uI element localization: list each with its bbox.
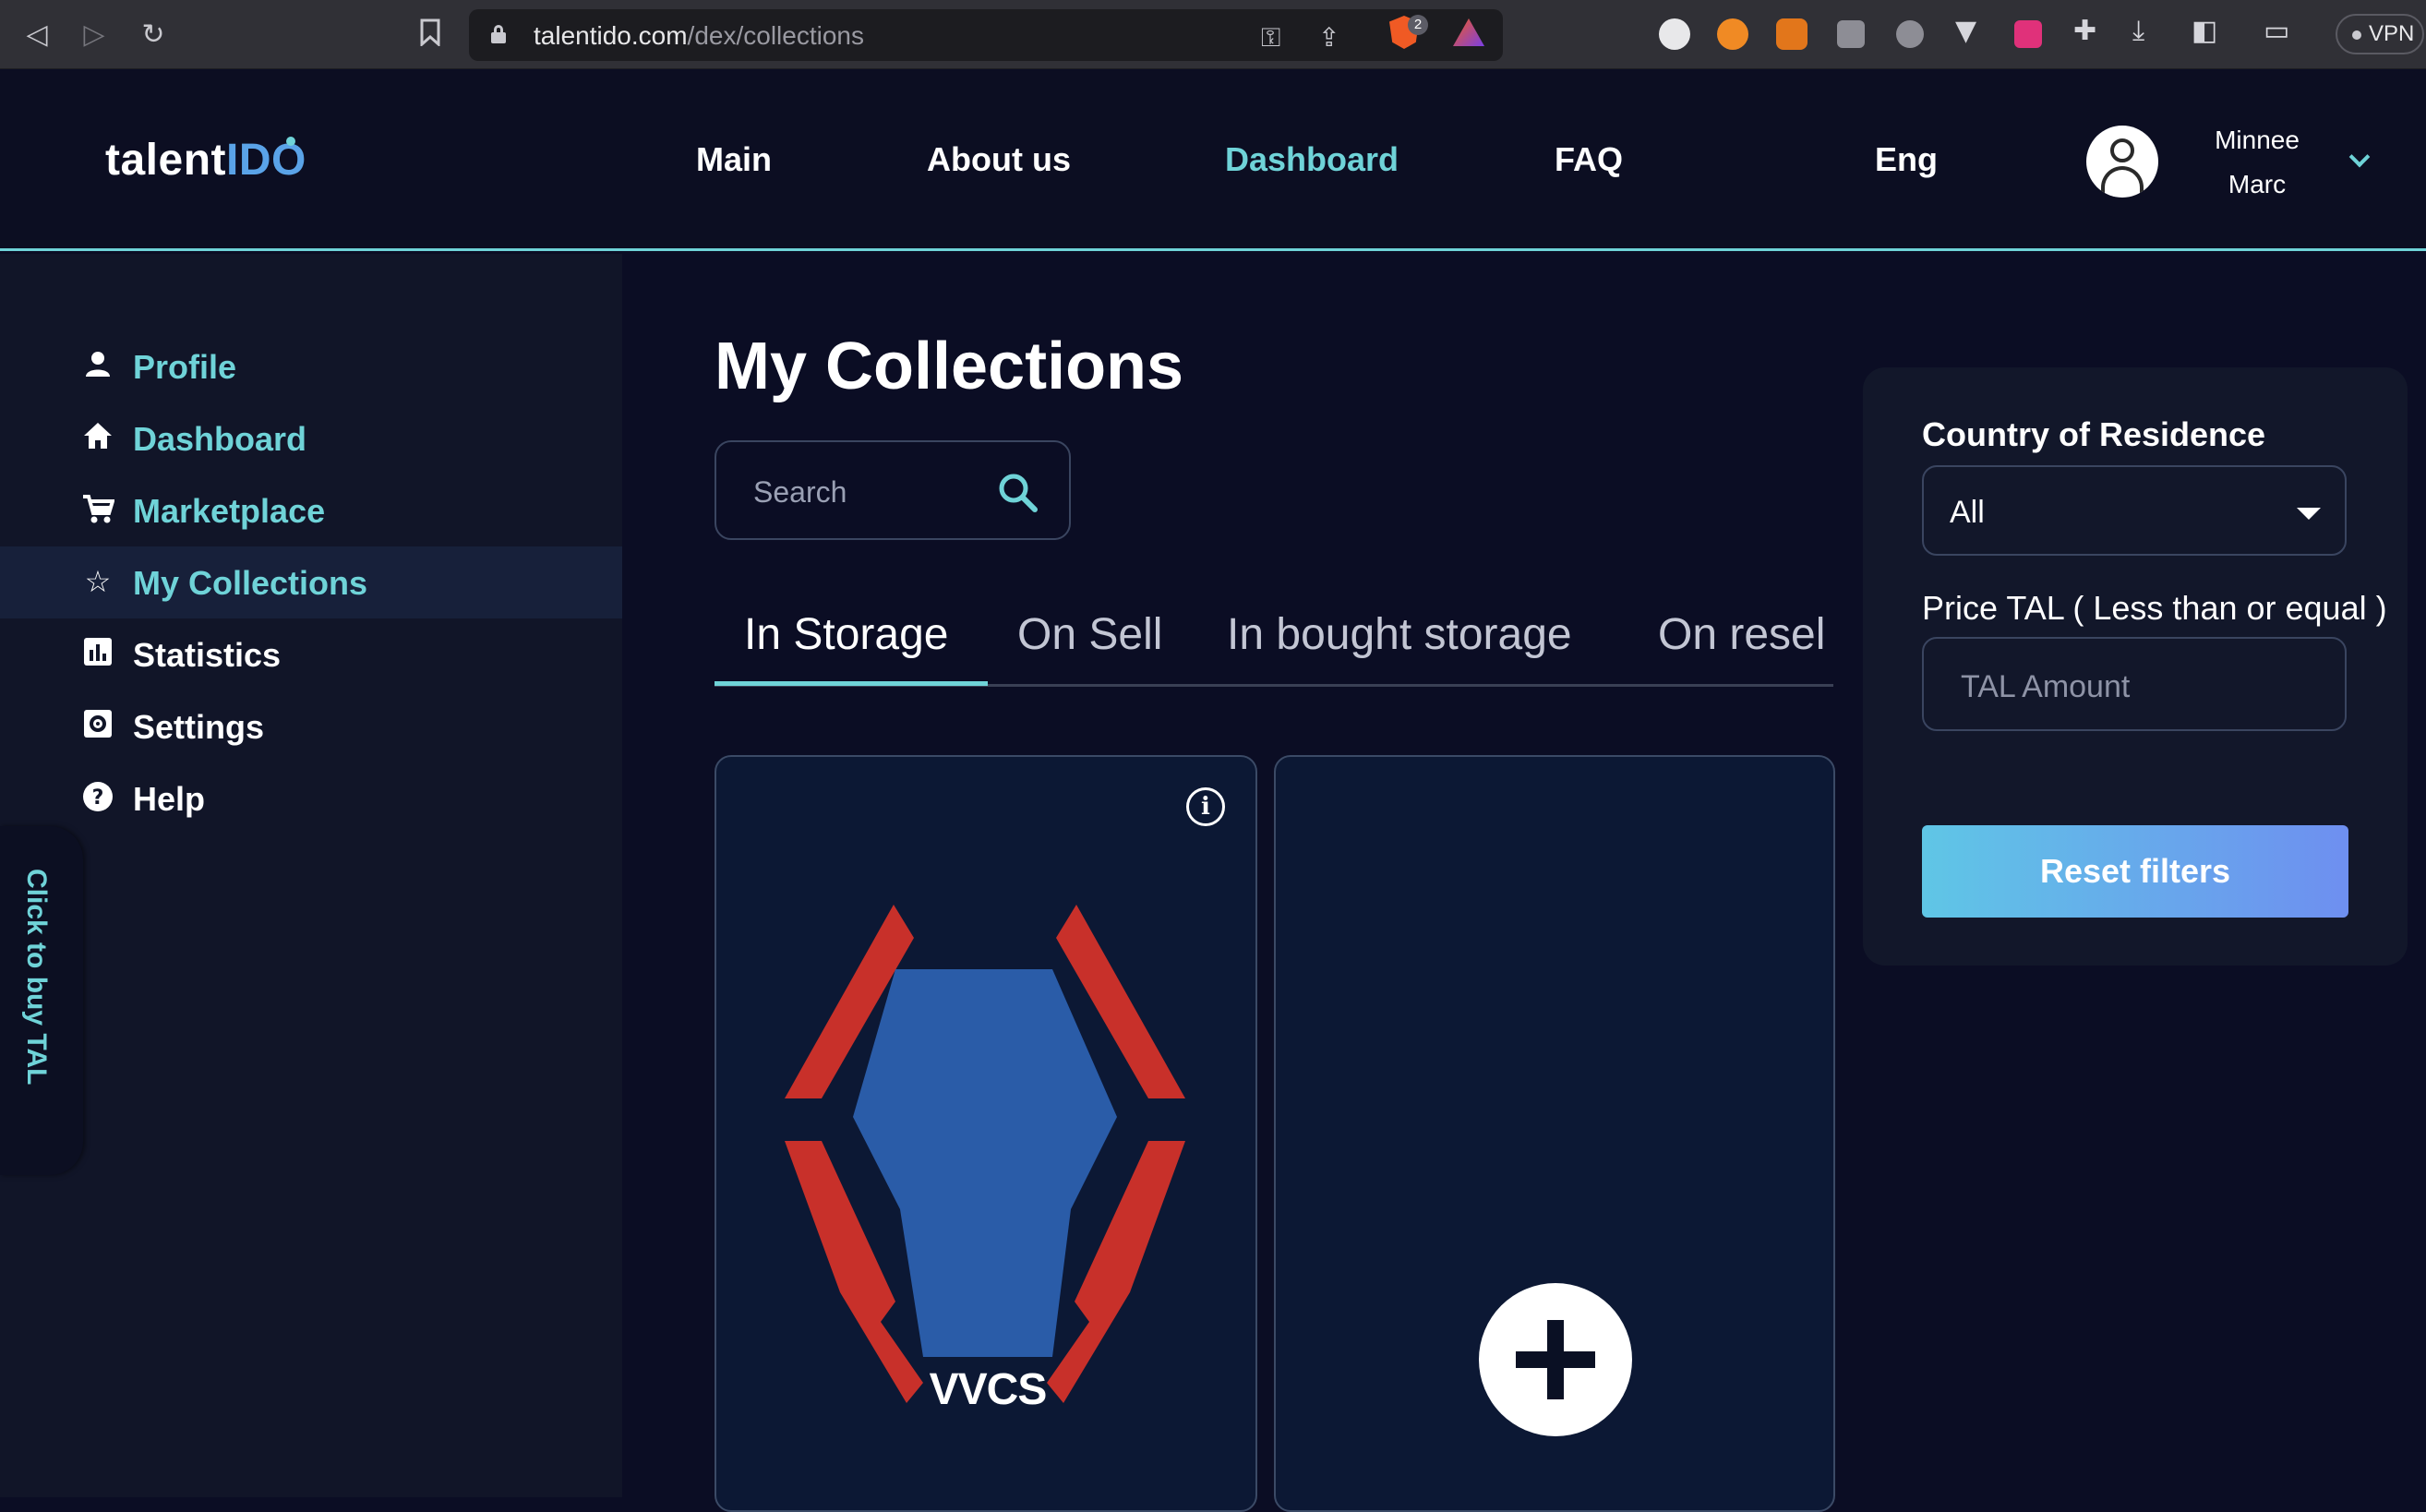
nav-faq[interactable]: FAQ	[1555, 140, 1623, 179]
sidebar: Profile Dashboard Marketplace ☆ My Colle…	[0, 254, 622, 1497]
svg-text:?: ?	[92, 786, 104, 810]
vpn-button[interactable]: VPN	[2336, 14, 2424, 54]
browser-toolbar: ◁ ▷ ↻ talentido.com/dex/collections ⚿ ⇪ …	[0, 0, 2426, 69]
sidebar-item-profile[interactable]: Profile	[0, 330, 622, 402]
sidebar-icon[interactable]: ◧	[2192, 15, 2217, 47]
sidebar-item-statistics[interactable]: Statistics	[0, 618, 622, 690]
search-icon[interactable]	[997, 472, 1038, 512]
price-field[interactable]	[1922, 637, 2347, 731]
help-icon: ?	[81, 781, 114, 814]
tab-in-storage[interactable]: In Storage	[744, 609, 948, 660]
search-box[interactable]	[715, 440, 1071, 540]
caret-down-icon	[2297, 508, 2321, 520]
cart-icon	[81, 493, 115, 526]
buy-tal-tab[interactable]: Click to buy TAL	[0, 826, 83, 1175]
collection-name: VVCS	[929, 1365, 1048, 1414]
sidebar-item-label: Profile	[133, 348, 237, 386]
add-button[interactable]	[1479, 1283, 1632, 1436]
gear-icon	[81, 709, 114, 742]
info-icon[interactable]: i	[1186, 787, 1225, 826]
filter-panel: Country of Residence All Price TAL ( Les…	[1863, 367, 2408, 966]
wallet-icon[interactable]: ▭	[2264, 15, 2289, 47]
tal-amount-input[interactable]	[1961, 666, 2312, 707]
reload-icon[interactable]: ↻	[137, 18, 170, 52]
vvcs-logo	[785, 905, 1185, 1403]
sidebar-item-label: Dashboard	[133, 420, 307, 458]
sidebar-item-label: Statistics	[133, 636, 282, 674]
back-icon[interactable]: ◁	[20, 18, 54, 52]
sidebar-item-marketplace[interactable]: Marketplace	[0, 474, 622, 546]
address-bar[interactable]: talentido.com/dex/collections ⚿ ⇪	[469, 9, 1503, 61]
sidebar-item-help[interactable]: ? Help	[0, 762, 622, 834]
language-selector[interactable]: Eng	[1875, 140, 1938, 179]
star-icon: ☆	[84, 564, 112, 599]
tab-on-sell[interactable]: On Sell	[1017, 609, 1162, 660]
extension-star-icon[interactable]	[2014, 20, 2042, 48]
forward-icon[interactable]: ▷	[78, 18, 111, 52]
price-label: Price TAL ( Less than or equal )	[1922, 589, 2387, 627]
user-name[interactable]: Minnee Marc	[2197, 118, 2317, 207]
extension-orange-icon[interactable]	[1717, 18, 1748, 50]
extensions-icon[interactable]: ✚	[2073, 15, 2096, 47]
share-icon[interactable]: ⇪	[1318, 22, 1339, 53]
sidebar-item-label: Help	[133, 780, 206, 818]
person-icon	[81, 349, 114, 382]
metamask-icon[interactable]	[1776, 18, 1807, 50]
lock-icon	[491, 25, 506, 43]
nav-main[interactable]: Main	[696, 140, 772, 179]
shields-count-badge: 2	[1408, 15, 1428, 35]
tab-in-bought-storage[interactable]: In bought storage	[1227, 609, 1572, 660]
search-input[interactable]	[753, 472, 984, 512]
nav-about-us[interactable]: About us	[927, 140, 1071, 179]
sidebar-item-label: Marketplace	[133, 492, 326, 530]
nav-dashboard[interactable]: Dashboard	[1225, 140, 1399, 179]
tab-on-resel[interactable]: On resel	[1658, 609, 1825, 660]
talentido-logo[interactable]: talentIDO	[105, 135, 306, 186]
site-header: talentIDO Main About us Dashboard FAQ En…	[0, 70, 2426, 251]
extension-v-icon[interactable]: ▼	[1955, 15, 1976, 47]
sidebar-item-settings[interactable]: Settings	[0, 690, 622, 762]
page-title: My Collections	[715, 330, 1184, 403]
extension-cube-icon[interactable]	[1896, 20, 1924, 48]
country-value: All	[1950, 495, 1985, 530]
bookmark-icon[interactable]	[414, 18, 447, 52]
extension-copy-icon[interactable]	[1837, 20, 1865, 48]
chevron-down-icon[interactable]	[2348, 146, 2371, 168]
reset-filters-button[interactable]: Reset filters	[1922, 825, 2348, 918]
bar-chart-icon	[81, 637, 114, 670]
avatar[interactable]	[2086, 126, 2158, 198]
sidebar-item-label: My Collections	[133, 564, 368, 602]
active-tab-indicator	[715, 681, 988, 686]
sidebar-item-my-collections[interactable]: ☆ My Collections	[0, 546, 622, 618]
sidebar-item-label: Settings	[133, 708, 265, 746]
key-icon[interactable]: ⚿	[1261, 22, 1280, 54]
extension-globe-icon[interactable]	[1659, 18, 1690, 50]
url-text[interactable]: talentido.com/dex/collections	[534, 21, 864, 51]
country-label: Country of Residence	[1922, 415, 2266, 453]
home-icon	[81, 421, 114, 454]
download-icon[interactable]: ⤓	[2132, 15, 2144, 47]
country-select[interactable]: All	[1922, 465, 2347, 556]
sidebar-item-dashboard[interactable]: Dashboard	[0, 402, 622, 474]
